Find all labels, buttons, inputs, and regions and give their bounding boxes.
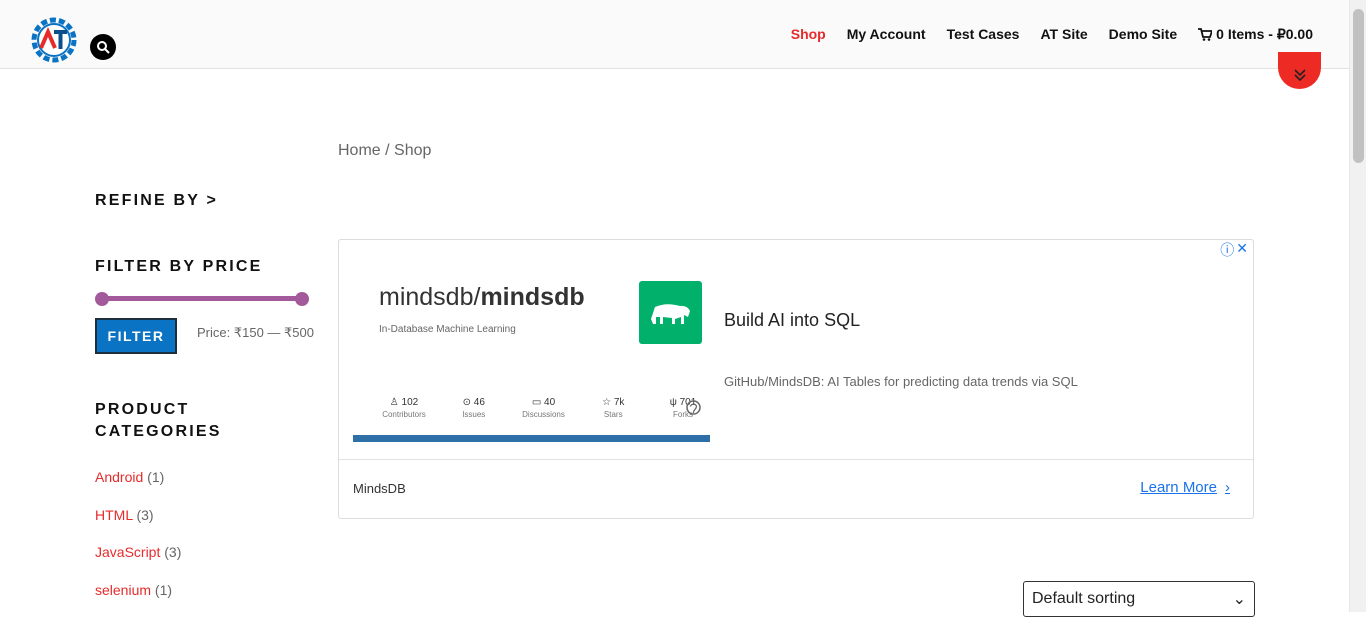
cart-icon bbox=[1198, 28, 1212, 41]
nav-my-account[interactable]: My Account bbox=[847, 26, 926, 43]
filter-by-price-heading: FILTER BY PRICE bbox=[95, 258, 263, 276]
category-item: JavaScript (3) bbox=[95, 544, 181, 582]
stat-issues: ⊙ 46Issues bbox=[446, 397, 502, 421]
category-count: (1) bbox=[155, 582, 172, 598]
ad-controls: ⓘ ✕ bbox=[1220, 240, 1248, 260]
ad-close-icon[interactable]: ✕ bbox=[1236, 240, 1248, 260]
chevron-down-icon: ⌄ bbox=[1233, 589, 1246, 609]
ad-repository-description: In-Database Machine Learning bbox=[379, 324, 516, 335]
category-link-android[interactable]: Android bbox=[95, 469, 143, 485]
vertical-scrollbar[interactable] bbox=[1349, 0, 1366, 612]
stat-number: 102 bbox=[402, 397, 419, 408]
category-link-html[interactable]: HTML bbox=[95, 507, 133, 523]
cart-link[interactable]: 0 Items - ₽0.00 bbox=[1198, 26, 1313, 43]
ad-info-icon[interactable]: ⓘ bbox=[1220, 240, 1234, 260]
search-button[interactable] bbox=[90, 34, 116, 60]
ad-repository-stats: ♙ 102Contributors ⊙ 46Issues ▭ 40Discuss… bbox=[376, 397, 711, 421]
product-categories-heading: PRODUCT CATEGORIES bbox=[95, 399, 222, 443]
chevron-right-icon: › bbox=[1225, 479, 1230, 496]
category-item: HTML (3) bbox=[95, 507, 181, 545]
category-count: (3) bbox=[164, 544, 181, 560]
learn-more-label: Learn More bbox=[1140, 479, 1217, 496]
ad-subtext: GitHub/MindsDB: AI Tables for predicting… bbox=[724, 374, 1078, 389]
search-icon bbox=[96, 40, 110, 54]
stat-number: 40 bbox=[544, 397, 555, 408]
issues-icon: ⊙ bbox=[463, 397, 471, 408]
breadcrumb: Home / Shop bbox=[338, 142, 431, 160]
main-navigation: Shop My Account Test Cases AT Site Demo … bbox=[791, 26, 1313, 43]
star-icon: ☆ bbox=[602, 397, 611, 408]
advertiser-name: MindsDB bbox=[353, 481, 406, 496]
stat-stars: ☆ 7kStars bbox=[585, 397, 641, 421]
category-item: selenium (1) bbox=[95, 582, 181, 619]
nav-test-cases[interactable]: Test Cases bbox=[947, 26, 1020, 43]
site-header: Shop My Account Test Cases AT Site Demo … bbox=[0, 0, 1349, 69]
max-price-handle[interactable] bbox=[295, 292, 309, 306]
ad-accent-bar bbox=[353, 435, 710, 442]
stat-label: Issues bbox=[446, 409, 502, 421]
stat-forks: ψ 701Forks bbox=[655, 397, 711, 421]
double-chevron-down-icon bbox=[1293, 68, 1307, 82]
category-link-javascript[interactable]: JavaScript bbox=[95, 544, 160, 560]
category-item: Android (1) bbox=[95, 469, 181, 507]
filter-button[interactable]: FILTER bbox=[95, 318, 177, 354]
stat-label: Forks bbox=[655, 409, 711, 421]
stat-contributors: ♙ 102Contributors bbox=[376, 397, 432, 421]
learn-more-link[interactable]: Learn More › bbox=[1140, 479, 1230, 496]
repo-name: mindsdb bbox=[480, 283, 584, 311]
stat-label: Contributors bbox=[376, 409, 432, 421]
advertisement[interactable]: ⓘ ✕ mindsdb/mindsdb In-Database Machine … bbox=[338, 239, 1254, 519]
repo-owner: mindsdb/ bbox=[379, 283, 480, 311]
price-range-label: Price: ₹150 — ₹500 bbox=[197, 325, 314, 341]
product-categories-line-2: CATEGORIES bbox=[95, 421, 222, 443]
price-slider-track bbox=[101, 296, 303, 301]
category-count: (1) bbox=[147, 469, 164, 485]
ad-footer: MindsDB Learn More › bbox=[339, 459, 1253, 519]
refine-by-heading: REFINE BY > bbox=[95, 192, 218, 210]
stat-number: 46 bbox=[474, 397, 485, 408]
cart-summary: 0 Items - ₽0.00 bbox=[1216, 26, 1313, 43]
site-logo[interactable] bbox=[28, 14, 80, 66]
stat-label: Stars bbox=[585, 409, 641, 421]
product-categories-line-1: PRODUCT bbox=[95, 399, 222, 421]
ad-repository-name: mindsdb/mindsdb bbox=[379, 283, 585, 312]
scrollbar-thumb[interactable] bbox=[1353, 9, 1364, 163]
stat-discussions: ▭ 40Discussions bbox=[516, 397, 572, 421]
discussions-icon: ▭ bbox=[532, 397, 541, 408]
scroll-to-top-button[interactable] bbox=[1278, 52, 1321, 89]
fork-icon: ψ bbox=[670, 397, 677, 408]
sort-selected-value: Default sorting bbox=[1032, 590, 1135, 608]
contributors-icon: ♙ bbox=[390, 397, 399, 408]
min-price-handle[interactable] bbox=[95, 292, 109, 306]
nav-demo-site[interactable]: Demo Site bbox=[1109, 26, 1177, 43]
ad-headline[interactable]: Build AI into SQL bbox=[724, 310, 860, 331]
category-list: Android (1) HTML (3) JavaScript (3) sele… bbox=[95, 469, 181, 619]
price-range-slider[interactable] bbox=[95, 292, 309, 306]
category-link-selenium[interactable]: selenium bbox=[95, 582, 151, 598]
category-count: (3) bbox=[136, 507, 153, 523]
logo-gear-icon bbox=[28, 14, 80, 66]
mindsdb-logo[interactable] bbox=[639, 281, 702, 344]
bear-icon bbox=[648, 299, 693, 327]
github-icon bbox=[686, 400, 701, 415]
stat-number: 7k bbox=[614, 397, 625, 408]
nav-shop[interactable]: Shop bbox=[791, 26, 826, 43]
nav-at-site[interactable]: AT Site bbox=[1040, 26, 1087, 43]
stat-label: Discussions bbox=[516, 409, 572, 421]
